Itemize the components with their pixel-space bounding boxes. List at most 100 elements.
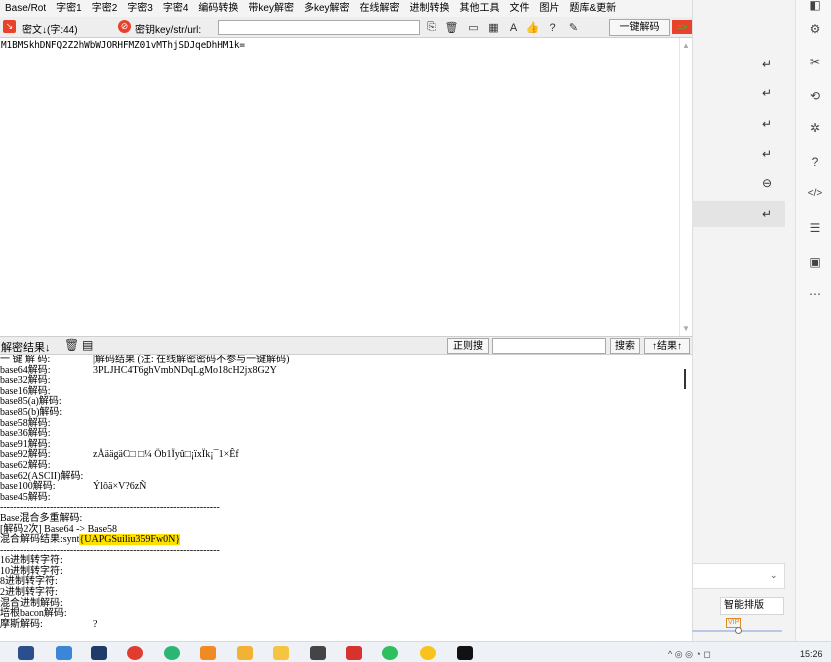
one-click-decode-button[interactable]: 一键解码	[609, 19, 670, 36]
browser-icon[interactable]	[164, 646, 180, 660]
menu-item[interactable]: 带key解密	[243, 0, 299, 17]
regex-search-button[interactable]: 正则搜	[447, 338, 489, 354]
toggle-icon[interactable]: ◧	[806, 0, 824, 14]
copy-result-icon[interactable]: ▤	[82, 338, 93, 352]
code-icon[interactable]: </>	[806, 188, 824, 204]
flag-highlight: {UAPGSuiliu359Fw0N}	[79, 534, 181, 546]
edit-icon[interactable]: ✎	[566, 20, 581, 35]
taskbar-app-icon[interactable]	[18, 646, 34, 660]
menu-bar: Base/Rot 字密1 字密2 字密3 字密4 编码转换 带key解密 多key解密 在线解密…	[0, 0, 692, 17]
output-label: base85(b)解码:	[0, 406, 63, 418]
zoom-slider-thumb[interactable]	[735, 627, 742, 634]
output-line: 混合进制解码:	[0, 598, 680, 610]
menu-item[interactable]: 字密2	[87, 0, 123, 17]
menu-item[interactable]: 图片	[535, 0, 565, 17]
chevron-down-icon: ⌄	[770, 570, 778, 580]
scroll-thumb[interactable]	[684, 369, 686, 389]
menu-item[interactable]: 字密1	[51, 0, 87, 17]
gear-icon[interactable]: ✲	[806, 121, 824, 137]
output-line: 16进制转字符:	[0, 556, 680, 567]
key-label: 密钥key/str/url:	[135, 25, 202, 36]
taskbar-app-icon[interactable]	[237, 646, 253, 660]
taskbar-app-icon[interactable]	[56, 646, 72, 660]
output-label: 摩斯解码:	[0, 618, 43, 630]
scroll-down-icon[interactable]: ▼	[682, 324, 690, 333]
taskbar-app-icon[interactable]	[200, 646, 216, 660]
sync-icon[interactable]: ⟲	[806, 89, 824, 105]
thumbs-up-icon[interactable]: 👍	[525, 20, 540, 35]
font-icon[interactable]: A	[506, 20, 521, 35]
output-line: base16解码:	[0, 386, 680, 398]
output-line: base85(b)解码:	[0, 406, 680, 419]
output-value: ?	[93, 618, 98, 630]
output-line: base36解码:	[0, 429, 680, 440]
run-arrow-badge[interactable]: =>	[672, 20, 692, 34]
output-line: 10进制转字符:	[0, 566, 680, 578]
scroll-up-icon[interactable]: ▲	[682, 41, 690, 50]
output-scrollbar[interactable]	[680, 355, 692, 641]
output-line: base32解码:	[0, 376, 680, 387]
input-scrollbar[interactable]: ▲ ▼	[679, 38, 692, 338]
chrome-icon[interactable]	[127, 646, 143, 660]
list-icon[interactable]: ☰	[806, 221, 824, 237]
menu-item[interactable]: 字密4	[158, 0, 194, 17]
menu-item[interactable]: 字密3	[122, 0, 158, 17]
taskbar-app-icon[interactable]	[420, 646, 436, 660]
output-value: zÅäägäC□ □¼ Öb1Ïyû□¡ïxÏk¡¯1×Êf	[93, 449, 239, 461]
result-bar: 解密结果↓ 🗑 ▤ 正则搜 搜索 ↑结果↑	[0, 336, 692, 355]
output-line: base100解码: Ýlôä×V?6zÑ	[0, 481, 680, 493]
trash-icon[interactable]: 🗑	[444, 20, 459, 35]
menu-item[interactable]: 编码转换	[193, 0, 243, 17]
output-line: 2进制转字符:	[0, 587, 680, 599]
menu-item[interactable]: 文件	[505, 0, 535, 17]
decode-output[interactable]: 一 键 解 码: |解码结果 (注: 在线解密密码不参与一键解码) base64解码…	[0, 355, 680, 641]
smart-layout-button[interactable]: 智能排版 VIP	[720, 597, 784, 628]
output-label: base62解码:	[0, 459, 51, 471]
return-icon: ↵	[762, 147, 773, 161]
window-icon[interactable]: ▭	[466, 20, 481, 35]
taskbar-app-icon[interactable]	[310, 646, 326, 660]
return-icon: ↵	[762, 57, 773, 71]
search-input[interactable]	[492, 338, 606, 354]
output-value: |解码结果 (注: 在线解密密码不参与一键解码)	[93, 355, 290, 365]
wps-icon[interactable]	[346, 646, 362, 660]
clear-result-icon[interactable]: 🗑	[64, 338, 79, 352]
paste-icon[interactable]: ⎘	[424, 20, 439, 35]
right-toolbar: ◧ ⚙ ✂ ⟲ ✲ ? </> ☰ ▣ ⋯	[795, 0, 831, 641]
taskbar: 15:26 ^ ◎ ◎ ◔ ◻	[0, 641, 831, 662]
side-panel	[692, 0, 795, 641]
image-icon[interactable]: ▣	[806, 255, 824, 271]
wechat-icon[interactable]	[382, 646, 398, 660]
result-label: 解密结果↓	[1, 342, 51, 354]
tools-icon[interactable]: ✂	[806, 55, 824, 71]
dropdown[interactable]: ⌄	[692, 563, 785, 589]
menu-item[interactable]: 多key解密	[299, 0, 355, 17]
key-input[interactable]	[218, 20, 420, 35]
tray-icons[interactable]: ^ ◎ ◎ ◔ ◻	[668, 649, 711, 660]
menu-item[interactable]: Base/Rot	[0, 0, 51, 17]
menu-item[interactable]: 在线解密	[355, 0, 405, 17]
folder-icon[interactable]	[273, 646, 289, 660]
menu-item[interactable]: 其他工具	[455, 0, 505, 17]
help-icon[interactable]: ?	[545, 20, 560, 35]
menu-item[interactable]: 题库&更新	[565, 0, 622, 17]
cipher-input-area[interactable]: M1BMSkhDNFQ2Z2hWbWJORHFMZ01vMThjSDJqeDhH…	[0, 38, 679, 338]
output-line: Base混合多重解码:	[0, 513, 680, 525]
settings-icon[interactable]: ⚙	[806, 22, 824, 38]
output-line: 8进制转字符:	[0, 577, 680, 588]
smart-layout-label: 智能排版	[724, 600, 764, 611]
results-up-button[interactable]: ↑结果↑	[644, 338, 690, 354]
more-icon[interactable]: ⋯	[806, 287, 824, 303]
cipher-label: 密文↓(字:44)	[22, 25, 78, 36]
pycharm-icon[interactable]	[457, 646, 473, 660]
menu-item[interactable]: 进制转换	[405, 0, 455, 17]
output-label: 一 键 解 码:	[0, 355, 51, 365]
return-icon: ↵	[762, 207, 773, 221]
help-circle-icon[interactable]: ?	[806, 155, 824, 171]
output-line: ----------------------------------------…	[0, 545, 680, 557]
output-line: 培根bacon解码:	[0, 609, 680, 620]
search-button[interactable]: 搜索	[610, 338, 640, 354]
taskbar-app-icon[interactable]	[91, 646, 107, 660]
output-value: Ýlôä×V?6zÑ	[93, 481, 147, 493]
keyboard-icon[interactable]: ▦	[486, 20, 501, 35]
